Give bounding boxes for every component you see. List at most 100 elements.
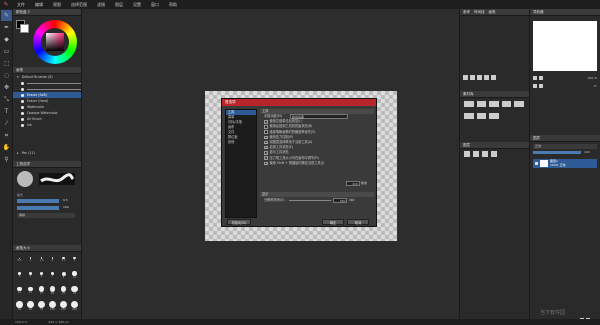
rotate-right-icon[interactable] xyxy=(539,84,543,88)
brush-size-cell[interactable]: 40 xyxy=(15,301,24,312)
checkbox[interactable]: ✓ xyxy=(264,161,268,165)
layer-row[interactable]: 图层1 100% 正常 xyxy=(533,159,597,168)
flip-icon[interactable] xyxy=(491,75,496,80)
material-icon[interactable] xyxy=(489,101,499,107)
material-icon[interactable] xyxy=(476,112,487,119)
reset-button[interactable]: 初始化(D) xyxy=(227,219,251,225)
brush-size-cell[interactable]: 15 xyxy=(26,285,35,296)
layer-tool-icon[interactable] xyxy=(473,151,479,157)
material-icon[interactable] xyxy=(464,101,474,107)
material-icon[interactable] xyxy=(464,112,474,119)
brush-size-cell[interactable]: 2.5 xyxy=(59,254,68,265)
brush-size-cell[interactable]: 70 xyxy=(37,301,46,312)
open-icon[interactable] xyxy=(463,75,468,80)
brush-size-cell[interactable]: 4 xyxy=(15,270,24,281)
brush-size-cell[interactable]: 10 xyxy=(70,270,79,281)
eye-icon[interactable] xyxy=(535,162,538,165)
lasso-icon[interactable]: ◌ xyxy=(1,70,12,81)
brush-size-slider[interactable] xyxy=(17,199,59,203)
navigator-preview[interactable] xyxy=(533,21,597,71)
zoom-value-input[interactable]: 200 xyxy=(346,181,360,186)
brush-size-cell[interactable]: 50 xyxy=(26,301,35,312)
brush-size-cell[interactable]: 6 xyxy=(37,270,46,281)
checkbox[interactable]: ✓ xyxy=(264,151,268,155)
transform-icon[interactable]: ⤡ xyxy=(1,94,12,105)
blend-mode-select[interactable]: 擦除 xyxy=(17,213,75,218)
tab-reference[interactable]: 参考 xyxy=(463,9,470,15)
brush-size-cell[interactable]: 8 xyxy=(59,270,68,281)
layer-blend-select[interactable]: 正常 xyxy=(533,144,597,149)
material-icon[interactable] xyxy=(489,112,499,119)
menu-settings[interactable]: 设置 xyxy=(128,0,146,9)
menu-window[interactable]: 窗口 xyxy=(146,0,164,9)
menu-filter[interactable]: 滤镜 xyxy=(92,0,110,9)
brush-size-cell[interactable]: 200 xyxy=(70,301,79,312)
brush-size-cell[interactable]: 5 xyxy=(26,270,35,281)
rotate-left-icon[interactable] xyxy=(533,84,537,88)
zoom-in-icon[interactable] xyxy=(539,76,543,80)
material-icon[interactable] xyxy=(476,101,487,107)
pen-icon[interactable]: ✒ xyxy=(1,22,12,33)
brush-size-cell[interactable]: 7 xyxy=(48,270,57,281)
checkbox[interactable]: ✓ xyxy=(264,156,268,160)
checkbox[interactable]: ✓ xyxy=(264,145,268,150)
select-icon[interactable]: ⬚ xyxy=(1,58,12,69)
option-row[interactable]: ✓ 使用 Shift + 快捷键切换至当前工具(J) xyxy=(260,161,374,166)
menu-file[interactable]: 文件 xyxy=(12,0,30,9)
brush-size-cell[interactable]: 150 xyxy=(59,301,68,312)
brush-size-cell[interactable]: 2 xyxy=(48,254,57,265)
layer-tool-icon[interactable] xyxy=(482,151,488,157)
color-square[interactable] xyxy=(46,33,64,51)
eraser-icon[interactable]: ▭ xyxy=(1,46,12,57)
tab-brush[interactable]: 画笔 xyxy=(489,9,496,15)
hand-icon[interactable]: ✋ xyxy=(1,142,12,153)
zoom-in-icon[interactable] xyxy=(470,75,475,80)
brush-size-cell[interactable]: 1 xyxy=(26,254,35,265)
cancel-button[interactable]: 取消 xyxy=(347,219,369,225)
checkbox[interactable] xyxy=(264,125,268,129)
resolution-slider[interactable] xyxy=(289,200,332,202)
resolution-input[interactable]: 250 xyxy=(333,198,348,203)
checkbox[interactable]: ✓ xyxy=(264,120,268,124)
menu-help[interactable]: 帮助 xyxy=(164,0,182,9)
brush-size-cell[interactable]: 100 xyxy=(48,301,57,312)
brush-size-cell[interactable]: 12 xyxy=(15,285,24,296)
brush-size-cell[interactable]: 3 xyxy=(70,254,79,265)
fill-icon[interactable]: ◆ xyxy=(1,34,12,45)
eyedropper-icon[interactable]: ⁄ xyxy=(1,118,12,129)
brush-size-cell[interactable]: 20 xyxy=(48,285,57,296)
text-icon[interactable]: T xyxy=(1,106,12,117)
zoom-out-icon[interactable] xyxy=(477,75,482,80)
layer-opacity-slider[interactable] xyxy=(533,151,581,154)
menu-layer[interactable]: 图层 xyxy=(110,0,128,9)
brush-size-cell[interactable]: 1.5 xyxy=(37,254,46,265)
material-icon[interactable] xyxy=(501,101,512,107)
material-icon[interactable] xyxy=(514,101,524,107)
layer-opacity-value: 100 xyxy=(584,150,590,154)
brush-size-cell[interactable]: 0.5 xyxy=(15,254,24,265)
brush-group-pen[interactable]: ▸ Pen (11) xyxy=(13,150,81,156)
menu-edit[interactable]: 编辑 xyxy=(30,0,48,9)
crop-icon[interactable]: ⌗ xyxy=(1,130,12,141)
brush-size-cell[interactable]: 17 xyxy=(37,285,46,296)
tab-timeline[interactable]: 时间线 xyxy=(474,9,485,15)
menu-view[interactable]: 视图 xyxy=(48,0,66,9)
brush-size-cell[interactable]: 25 xyxy=(59,285,68,296)
checkbox[interactable] xyxy=(264,130,268,134)
checkbox[interactable]: ✓ xyxy=(264,135,268,139)
brush-item-ink[interactable]: Ink xyxy=(13,122,81,128)
move-icon[interactable]: ✥ xyxy=(1,82,12,93)
opacity-slider[interactable] xyxy=(17,206,59,210)
zoom-out-icon[interactable] xyxy=(533,76,537,80)
menu-select[interactable]: 选择范围 xyxy=(66,0,92,9)
brush-icon[interactable]: ✎ xyxy=(1,10,12,21)
zoom-icon[interactable]: ⚲ xyxy=(1,154,12,165)
fit-icon[interactable] xyxy=(484,75,489,80)
layer-tool-icon[interactable] xyxy=(464,151,470,157)
brush-size-cell[interactable]: 30 xyxy=(70,285,79,296)
ok-button[interactable]: 确定 xyxy=(322,219,344,225)
layer-tool-icon[interactable] xyxy=(491,151,497,157)
secondary-color-swatch[interactable] xyxy=(20,24,29,33)
checkbox[interactable]: ✓ xyxy=(264,140,268,144)
nav-other[interactable]: 其他 xyxy=(226,140,256,145)
